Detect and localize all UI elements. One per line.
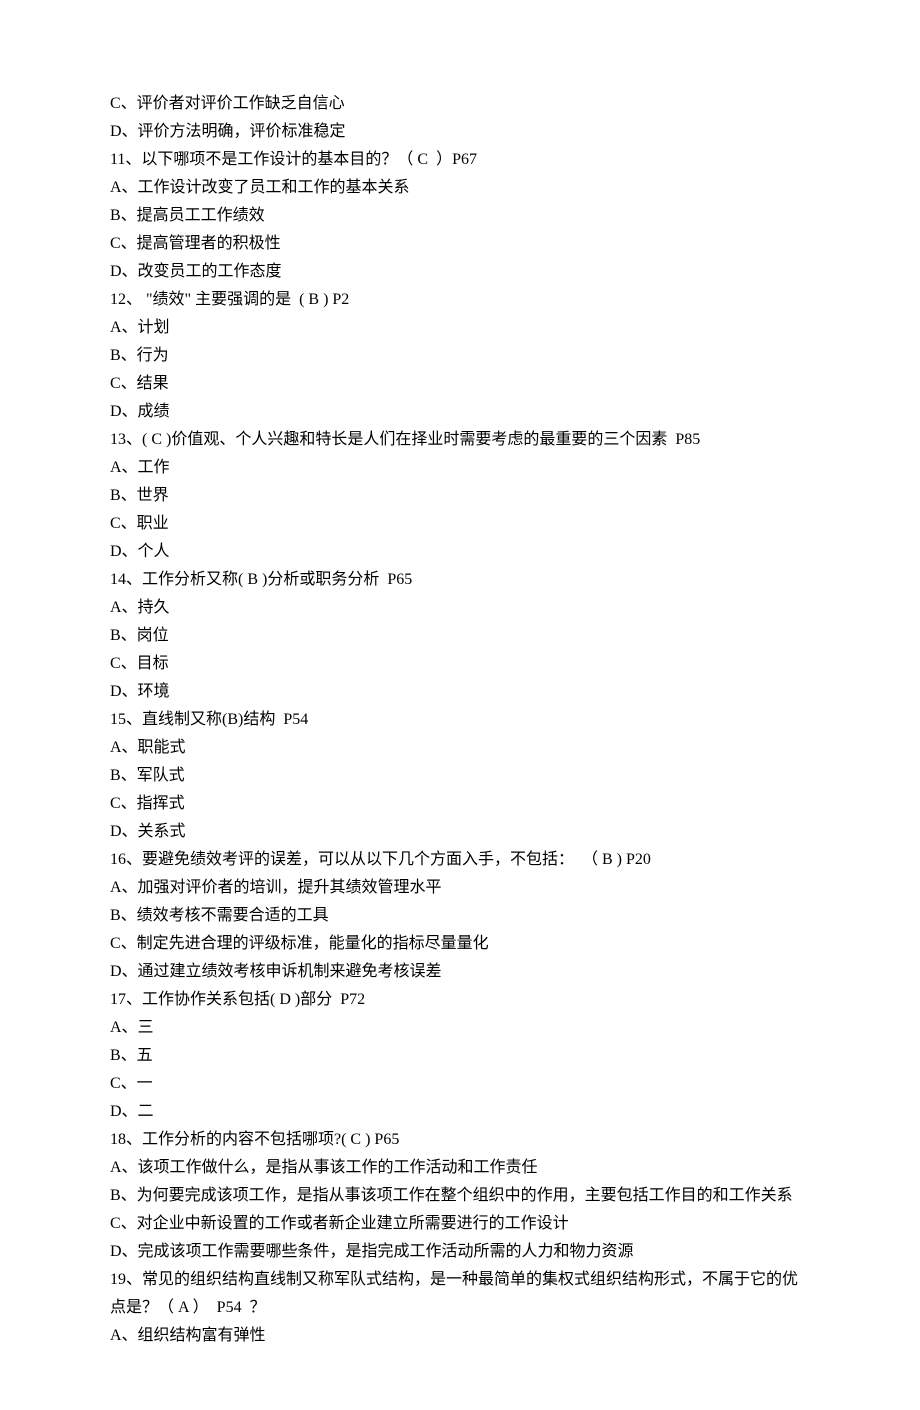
text-line: D、改变员工的工作态度 [110,258,810,286]
text-line: B、绩效考核不需要合适的工具 [110,902,810,930]
document-page: C、评价者对评价工作缺乏自信心 D、评价方法明确，评价标准稳定 11、以下哪项不… [0,0,920,1410]
text-line: B、军队式 [110,762,810,790]
text-line: C、一 [110,1070,810,1098]
question-line: 13、( C )价值观、个人兴趣和特长是人们在择业时需要考虑的最重要的三个因素 … [110,426,810,454]
text-line: A、加强对评价者的培训，提升其绩效管理水平 [110,874,810,902]
text-line: C、对企业中新设置的工作或者新企业建立所需要进行的工作设计 [110,1210,810,1238]
text-line: C、结果 [110,370,810,398]
text-line: A、工作设计改变了员工和工作的基本关系 [110,174,810,202]
text-line: C、职业 [110,510,810,538]
text-line: A、持久 [110,594,810,622]
text-line: B、世界 [110,482,810,510]
question-line: 18、工作分析的内容不包括哪项?( C ) P65 [110,1126,810,1154]
text-line: D、评价方法明确，评价标准稳定 [110,118,810,146]
text-line: A、三 [110,1014,810,1042]
question-line: 19、常见的组织结构直线制又称军队式结构，是一种最简单的集权式组织结构形式，不属… [110,1266,810,1322]
question-line: 17、工作协作关系包括( D )部分 P72 [110,986,810,1014]
text-line: D、二 [110,1098,810,1126]
text-line: B、为何要完成该项工作，是指从事该项工作在整个组织中的作用，主要包括工作目的和工… [110,1182,810,1210]
text-line: D、个人 [110,538,810,566]
question-line: 16、要避免绩效考评的误差，可以从以下几个方面入手，不包括： （ B ) P20 [110,846,810,874]
question-line: 11、以下哪项不是工作设计的基本目的？（ C ）P67 [110,146,810,174]
text-line: C、提高管理者的积极性 [110,230,810,258]
text-line: D、完成该项工作需要哪些条件，是指完成工作活动所需的人力和物力资源 [110,1238,810,1266]
text-line: A、职能式 [110,734,810,762]
text-line: B、提高员工工作绩效 [110,202,810,230]
text-line: B、岗位 [110,622,810,650]
question-line: 15、直线制又称(B)结构 P54 [110,706,810,734]
text-line: D、通过建立绩效考核申诉机制来避免考核误差 [110,958,810,986]
question-line: 14、工作分析又称( B )分析或职务分析 P65 [110,566,810,594]
text-line: C、制定先进合理的评级标准，能量化的指标尽量量化 [110,930,810,958]
text-line: C、评价者对评价工作缺乏自信心 [110,90,810,118]
text-line: A、计划 [110,314,810,342]
text-line: B、五 [110,1042,810,1070]
text-line: A、组织结构富有弹性 [110,1322,810,1350]
text-line: A、该项工作做什么，是指从事该工作的工作活动和工作责任 [110,1154,810,1182]
text-line: D、关系式 [110,818,810,846]
text-line: C、目标 [110,650,810,678]
text-line: D、环境 [110,678,810,706]
text-line: A、工作 [110,454,810,482]
text-line: B、行为 [110,342,810,370]
question-line: 12、 "绩效" 主要强调的是 ( B ) P2 [110,286,810,314]
text-line: D、成绩 [110,398,810,426]
text-line: C、指挥式 [110,790,810,818]
